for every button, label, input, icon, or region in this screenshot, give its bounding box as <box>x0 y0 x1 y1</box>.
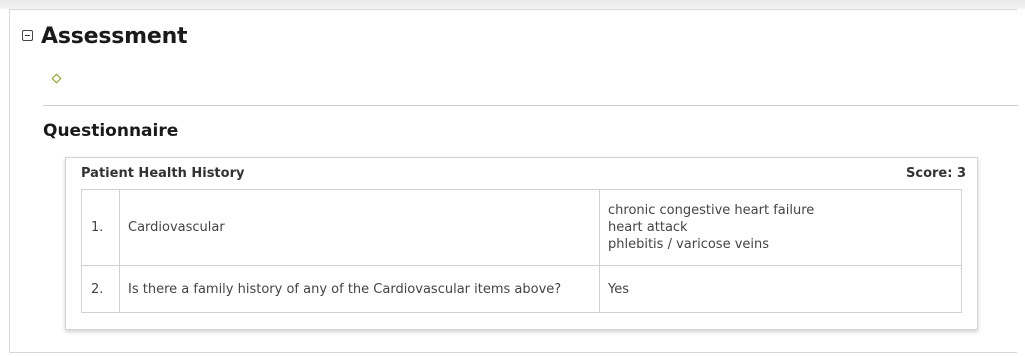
answer-item: Yes <box>608 281 629 297</box>
answer-item: chronic congestive heart failure <box>608 203 815 218</box>
patient-health-history-card: Patient Health History Score: 3 1. Cardi… <box>65 157 978 330</box>
question-text: Is there a family history of any of the … <box>119 265 600 313</box>
score-label: Score: 3 <box>906 166 966 181</box>
questionnaire-title: Questionnaire <box>43 121 179 141</box>
answer-item: heart attack <box>608 220 688 235</box>
collapse-minus-icon[interactable] <box>22 30 33 41</box>
diamond-icon <box>51 73 62 84</box>
divider <box>43 105 1018 106</box>
answer-cell: Yes <box>599 265 962 313</box>
answer-cell: chronic congestive heart failure heart a… <box>599 189 962 266</box>
answer-item: phlebitis / varicose veins <box>608 237 770 252</box>
question-text: Cardiovascular <box>119 189 600 266</box>
card-title: Patient Health History <box>81 166 245 181</box>
questionnaire-table: 1. Cardiovascular chronic congestive hea… <box>81 189 962 313</box>
assessment-panel: Assessment Questionnaire Patient Health … <box>9 9 1018 353</box>
top-strip <box>0 0 1025 9</box>
table-row: 2. Is there a family history of any of t… <box>81 265 962 313</box>
table-row: 1. Cardiovascular chronic congestive hea… <box>81 189 962 266</box>
row-number: 1. <box>81 189 120 266</box>
section-title: Assessment <box>41 24 188 49</box>
row-number: 2. <box>81 265 120 313</box>
